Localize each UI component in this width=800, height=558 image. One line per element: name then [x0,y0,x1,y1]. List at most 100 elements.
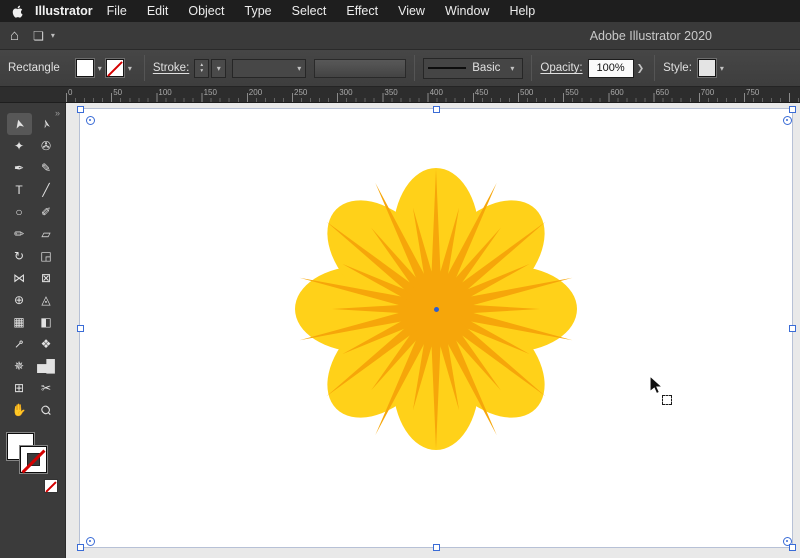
menu-item-object[interactable]: Object [178,0,234,22]
eraser-tool[interactable]: ▱ [34,223,59,245]
rotate-tool-icon: ↻ [14,250,24,262]
menu-item-type[interactable]: Type [235,0,282,22]
style-chevron-icon[interactable]: ▾ [716,64,728,73]
toolbar-header: » [0,103,65,113]
horizontal-ruler[interactable]: 0501001502002503003504004505005506006507… [0,87,800,103]
chevron-down-icon: ▾ [47,31,59,40]
artboard-tool[interactable]: ⊞ [7,377,32,399]
selection-handle-top-left[interactable] [77,106,84,113]
ruler-label: 600 [610,88,623,97]
opacity-popup-icon[interactable]: ❯ [637,63,645,74]
perspective-grid-tool[interactable]: ◬ [34,289,59,311]
style-swatch[interactable] [698,59,716,77]
opacity-value-field[interactable]: 100% [588,59,634,78]
selection-handle-mid-left[interactable] [77,325,84,332]
opacity-panel-link[interactable]: Opacity: [540,62,582,74]
ellipse-tool[interactable]: ○ [7,201,32,223]
pencil-tool-icon: ✏ [14,228,24,240]
menu-item-window[interactable]: Window [435,0,499,22]
stroke-panel-link[interactable]: Stroke: [153,62,189,74]
menu-item-effect[interactable]: Effect [336,0,388,22]
apple-menu-icon[interactable] [12,5,23,18]
ruler-label: 200 [249,88,262,97]
workspace-switcher[interactable]: ❏ ▾ [33,29,59,43]
home-icon: ⌂ [10,27,19,44]
stroke-weight-dropdown[interactable]: ▾ [211,59,226,78]
eraser-tool-icon: ▱ [41,228,50,240]
ruler-ticks: 0501001502002503003504004505005506006507… [66,87,800,102]
gradient-tool[interactable]: ◧ [34,311,59,333]
scale-tool[interactable]: ◲ [34,245,59,267]
lasso-tool[interactable]: ✇ [34,135,59,157]
menu-item-view[interactable]: View [388,0,435,22]
column-graph-tool-icon: ▅█ [37,360,55,372]
magic-wand-tool[interactable]: ✦ [7,135,32,157]
live-corner-widget[interactable] [86,116,95,125]
perspective-grid-tool-icon: ◬ [41,294,50,306]
lasso-tool-icon: ✇ [41,140,51,152]
menu-item-help[interactable]: Help [499,0,545,22]
pen-tool[interactable]: ✒ [7,157,32,179]
tool-grid: ➤➢✦ ✇ ✒ ✎ T╱ ○ ✐ ✏ ▱ ↻ ◲ ⋈ ⊠⊕ ◬ ▦◧⊸❖ ✵ ▅█ ⊞✂ ✋ Ϙ [7,113,59,421]
selection-handle-top-center[interactable] [433,106,440,113]
live-corner-widget[interactable] [783,116,792,125]
menu-item-file[interactable]: File [97,0,137,22]
selection-handle-bottom-left[interactable] [77,544,84,551]
blend-tool[interactable]: ❖ [34,333,59,355]
column-graph-tool[interactable]: ▅█ [34,355,59,377]
direct-selection-tool[interactable]: ➢ [34,113,59,135]
toolbar-stroke-swatch[interactable] [20,446,47,473]
brush-definition-disabled[interactable] [314,59,406,78]
center-anchor-point[interactable] [434,307,439,312]
ellipse-tool-icon: ○ [15,206,22,218]
curvature-tool-icon: ✎ [41,162,51,174]
stroke-weight-stepper[interactable]: ▴ ▾ [194,59,209,78]
type-tool[interactable]: T [7,179,32,201]
fill-color-swatch[interactable] [76,59,94,77]
shape-builder-tool[interactable]: ⊕ [7,289,32,311]
hand-tool-icon: ✋ [12,404,27,416]
stroke-color-swatch[interactable] [106,59,124,77]
live-corner-widget[interactable] [86,537,95,546]
curvature-tool[interactable]: ✎ [34,157,59,179]
illustrator-app: Illustrator FileEditObjectTypeSelectEffe… [0,0,800,558]
ruler-label: 750 [746,88,759,97]
ruler-label: 50 [113,88,122,97]
app-menu-title[interactable]: Illustrator [35,4,93,18]
symbol-sprayer-tool[interactable]: ✵ [7,355,32,377]
selection-tool[interactable]: ➤ [7,113,32,135]
chevron-down-icon: ▾ [506,64,518,73]
zoom-tool[interactable]: Ϙ [34,399,59,421]
ruler-label: 250 [294,88,307,97]
selection-handle-top-right[interactable] [789,106,796,113]
menu-item-select[interactable]: Select [282,0,337,22]
slice-tool[interactable]: ✂ [34,377,59,399]
symbol-sprayer-tool-icon: ✵ [14,360,24,372]
free-transform-tool[interactable]: ⊠ [34,267,59,289]
line-segment-tool[interactable]: ╱ [34,179,59,201]
stroke-chevron-icon[interactable]: ▾ [124,64,136,73]
width-tool[interactable]: ⋈ [7,267,32,289]
stepper-down-icon[interactable]: ▾ [200,68,203,74]
canvas-area[interactable] [66,103,800,558]
mouse-cursor [649,375,664,395]
ruler-label: 0 [68,88,72,97]
selection-handle-mid-right[interactable] [789,325,796,332]
variable-width-profile-select[interactable]: ▾ [232,59,306,78]
stroke-preview-line [428,67,466,69]
hand-tool[interactable]: ✋ [7,399,32,421]
menu-item-edit[interactable]: Edit [137,0,179,22]
mesh-tool[interactable]: ▦ [7,311,32,333]
none-swatch[interactable] [44,479,58,493]
fill-chevron-icon[interactable]: ▾ [94,64,106,73]
ruler-label: 650 [656,88,669,97]
paintbrush-tool[interactable]: ✐ [34,201,59,223]
eyedropper-tool[interactable]: ⊸ [7,333,32,355]
width-tool-icon: ⋈ [13,272,25,284]
live-corner-widget[interactable] [783,537,792,546]
selection-handle-bottom-center[interactable] [433,544,440,551]
home-button[interactable]: ⌂ [10,28,19,43]
brush-definition-select[interactable]: Basic ▾ [423,58,523,79]
pencil-tool[interactable]: ✏ [7,223,32,245]
rotate-tool[interactable]: ↻ [7,245,32,267]
